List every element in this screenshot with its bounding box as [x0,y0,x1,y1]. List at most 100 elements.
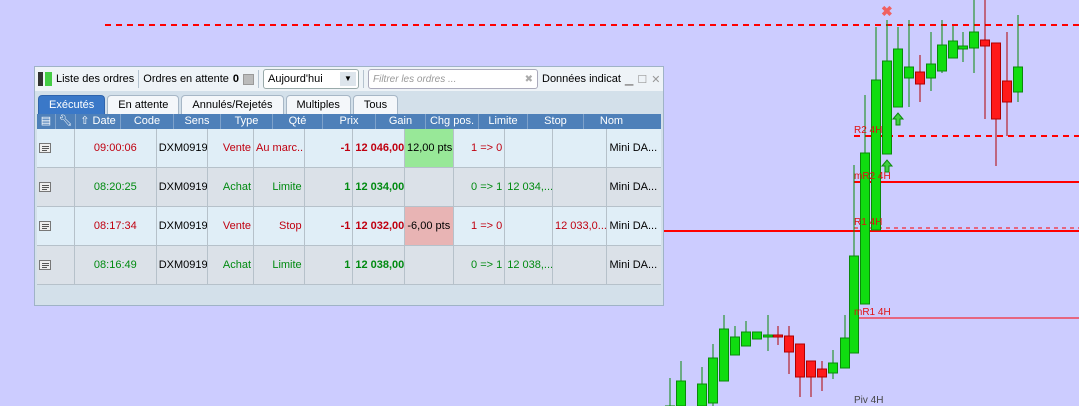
order-list-panel: Liste des ordres Ordres en attente 0 Auj… [34,66,664,306]
table-header: ▤ 🔧︎ ⇧ Date Code Sens Type Qté Prix Gain… [37,114,661,129]
nom-cell: Mini DA... [609,259,658,271]
bullish-candle [937,44,947,72]
bearish-candle [817,368,827,378]
col-nom[interactable]: Nom [584,114,639,129]
col-sens[interactable]: Sens [174,114,221,129]
date-cell: 08:20:25 [75,168,157,206]
wrench-icon[interactable]: 🔧︎ [56,114,76,129]
date-cell: 08:16:49 [75,246,157,284]
period-select[interactable]: Aujourd'hui ▼ [263,69,359,89]
qte-cell: -1 [305,129,354,167]
prix-cell: 12 046,00 [353,129,405,167]
cancel-pending-icon[interactable] [243,73,254,85]
document-icon[interactable] [39,182,51,193]
filter-placeholder: Filtrer les ordres ... [373,73,457,85]
exit-marker-icon: ✖ [881,3,893,19]
col-prix[interactable]: Prix [323,114,376,129]
nom-cell: Mini DA... [609,220,658,232]
tab-multiples[interactable]: Multiples [285,95,351,114]
pending-orders-label: Ordres en attente [143,73,229,85]
date-cell: 08:17:34 [75,207,157,245]
col-chg-pos[interactable]: Chg pos. [426,114,479,129]
bullish-candle [676,380,686,406]
tab-executes[interactable]: Exécutés [38,95,106,114]
tabs: Exécutés En attente Annulés/Rejetés Mult… [38,95,399,114]
orders-table: ▤ 🔧︎ ⇧ Date Code Sens Type Qté Prix Gain… [37,114,661,285]
doc-icon[interactable]: ▤ [37,114,56,129]
mr1-label: mR1 4H [854,307,891,318]
bullish-candle [719,328,729,382]
maximize-icon[interactable]: ☐ [637,73,647,86]
r2-label: R2 4H [854,125,883,136]
document-icon[interactable] [39,143,51,154]
tab-en-attente[interactable]: En attente [107,95,180,114]
close-icon[interactable]: ✕ [651,73,660,86]
col-code[interactable]: Code [121,114,174,129]
period-value: Aujourd'hui [268,73,323,85]
col-gain[interactable]: Gain [376,114,426,129]
buy-arrow-icon [891,112,905,126]
stop-cell [553,129,608,167]
table-row[interactable]: 08:16:49 DXM0919 Achat Limite 1 12 038,00 0 =>… [37,246,661,285]
row-doc-icon [37,207,75,245]
col-limite[interactable]: Limite [479,114,528,129]
filter-input[interactable]: Filtrer les ordres ... ✖ [368,69,538,89]
minimize-icon[interactable]: ▁ [625,73,633,86]
pending-count: 0 [232,73,239,85]
table-row[interactable]: 08:20:25 DXM0919 Achat Limite 1 12 034,00 0 =>… [37,168,661,207]
bullish-candle [893,48,903,108]
bullish-candle [708,357,718,404]
tab-tous[interactable]: Tous [352,95,399,114]
code-cell: DXM0919 [157,207,209,245]
document-icon[interactable] [39,221,51,232]
type-cell: Limite [254,168,305,206]
table-row[interactable]: 09:00:06 DXM0919 Vente Au marc... -1 12 046,0… [37,129,661,168]
gain-cell [405,168,454,206]
clear-icon[interactable]: ✖ [525,74,533,85]
col-stop[interactable]: Stop [528,114,584,129]
bearish-candle [991,42,1001,120]
code-cell: DXM0919 [157,246,209,284]
bearish-candle [1002,80,1012,103]
bullish-candle [926,63,936,79]
nom-cell: Mini DA... [609,142,658,154]
type-cell: Stop [254,207,305,245]
limite-cell: 12 034,... [505,168,553,206]
bullish-candle [904,66,914,79]
r1-label: R1 4H [854,217,883,228]
document-icon[interactable] [39,260,51,271]
date-cell: 09:00:06 [75,129,157,167]
bullish-candle [763,334,773,338]
bullish-candle [752,331,762,340]
bearish-candle [773,334,783,338]
type-cell: Limite [254,246,305,284]
bullish-candle [840,337,850,369]
bearish-candle [784,335,794,353]
bullish-candle [849,255,859,354]
data-label: Données indicat [542,73,621,85]
prix-cell: 12 034,00 [353,168,405,206]
stop-cell [553,246,608,284]
col-type[interactable]: Type [221,114,273,129]
panel-title: Liste des ordres [56,73,135,85]
chg-pos-cell: 0 => 1 [454,168,506,206]
gain-cell [405,246,454,284]
col-date[interactable]: ⇧ Date [76,114,121,129]
tab-annules-rejetes[interactable]: Annulés/Rejetés [181,95,284,114]
chevron-down-icon: ▼ [340,72,356,86]
limite-cell [505,207,553,245]
nom-cell: Mini DA... [609,181,658,193]
sens-cell: Vente [208,129,255,167]
row-doc-icon [37,129,75,167]
col-qte[interactable]: Qté [273,114,323,129]
limite-cell [505,129,553,167]
table-row[interactable]: 08:17:34 DXM0919 Vente Stop -1 12 032,00 -6,00… [37,207,661,246]
bearish-candle [915,71,925,85]
code-cell: DXM0919 [157,129,209,167]
sens-cell: Achat [208,168,255,206]
limite-cell: 12 038,... [505,246,553,284]
bullish-candle [969,31,979,49]
chg-pos-cell: 1 => 0 [454,207,506,245]
code-cell: DXM0919 [157,168,209,206]
bullish-candle [948,40,958,59]
